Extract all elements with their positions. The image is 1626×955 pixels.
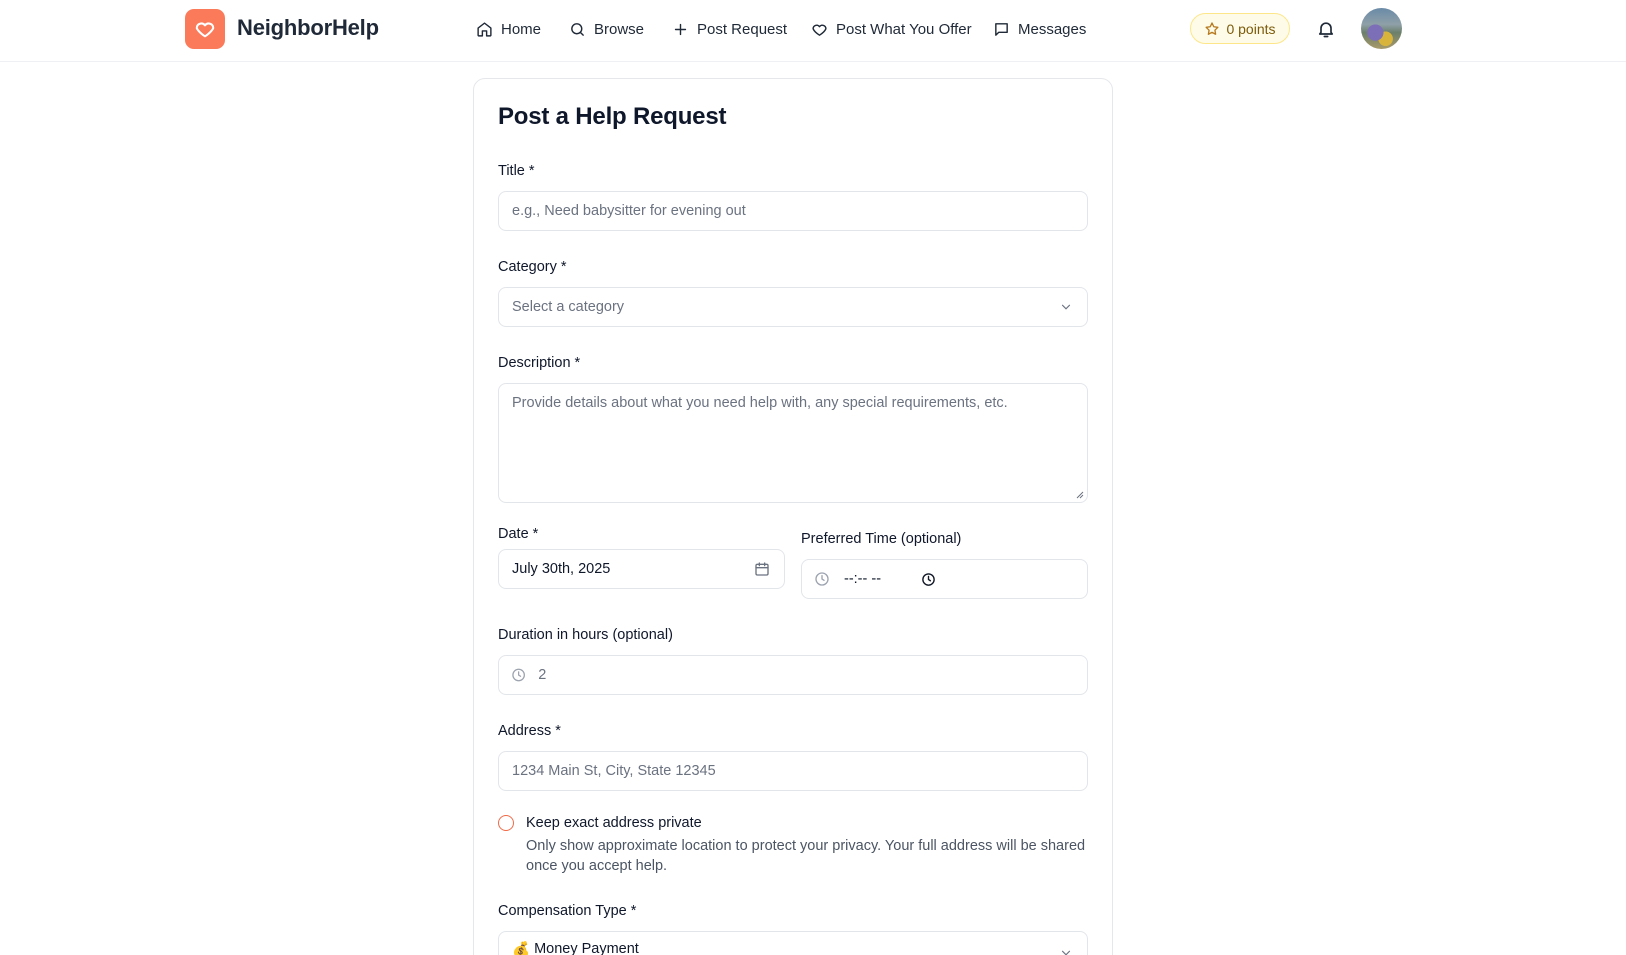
brand-logo[interactable] xyxy=(185,9,225,49)
private-address-help: Only show approximate location to protec… xyxy=(526,838,1086,874)
nav-home-label: Home xyxy=(501,20,542,38)
description-input[interactable] xyxy=(512,395,1074,491)
category-value: Select a category xyxy=(512,299,625,315)
nav-messages[interactable]: Messages xyxy=(993,18,1086,40)
plus-icon xyxy=(674,23,687,35)
compensation-label: Compensation Type * xyxy=(498,903,637,919)
search-icon xyxy=(571,22,584,36)
home-icon xyxy=(477,21,492,37)
duration-label: Duration in hours (optional) xyxy=(498,627,673,643)
resize-handle-icon[interactable] xyxy=(1074,489,1084,499)
title-field[interactable] xyxy=(498,191,1088,231)
nav-browse-label: Browse xyxy=(594,20,645,38)
compensation-select[interactable]: 💰 Money Payment xyxy=(498,931,1088,955)
nav-home[interactable]: Home xyxy=(476,18,541,40)
private-address-checkbox[interactable] xyxy=(498,815,514,831)
brand-name[interactable]: NeighborHelp xyxy=(237,15,379,41)
bell-icon[interactable] xyxy=(1316,19,1336,39)
heart-icon xyxy=(195,22,215,38)
title-label: Title * xyxy=(498,163,535,179)
user-avatar[interactable] xyxy=(1361,8,1402,49)
time-label: Preferred Time (optional) xyxy=(801,531,962,547)
date-picker[interactable]: July 30th, 2025 xyxy=(498,549,785,589)
time-picker-icon[interactable] xyxy=(921,572,936,587)
date-value: July 30th, 2025 xyxy=(512,561,611,577)
points-badge[interactable]: 0 points xyxy=(1190,13,1290,44)
address-input[interactable] xyxy=(512,763,1087,779)
chevron-down-icon xyxy=(1061,950,1071,955)
duration-input[interactable] xyxy=(538,667,1087,683)
nav-post-offer-label: Post What You Offer xyxy=(836,20,972,38)
heart-outline-icon xyxy=(812,24,827,36)
private-address-label: Keep exact address private xyxy=(526,815,702,831)
duration-field[interactable] xyxy=(498,655,1088,695)
chevron-down-icon xyxy=(1061,304,1071,310)
nav-browse[interactable]: Browse xyxy=(569,18,644,40)
category-select[interactable]: Select a category xyxy=(498,287,1088,327)
calendar-icon xyxy=(755,562,769,576)
title-input[interactable] xyxy=(512,203,1087,219)
top-navbar: NeighborHelp Home Browse Post Request Po… xyxy=(0,0,1626,62)
category-label: Category * xyxy=(498,259,567,275)
time-value: --:-- -- xyxy=(844,571,882,587)
nav-post-request[interactable]: Post Request xyxy=(672,18,787,40)
address-label: Address * xyxy=(498,723,561,739)
date-label: Date * xyxy=(498,526,539,542)
time-field[interactable]: --:-- -- xyxy=(801,559,1088,599)
description-label: Description * xyxy=(498,355,581,371)
clock-icon xyxy=(815,572,829,586)
money-bag-icon: 💰 xyxy=(512,942,531,955)
description-field[interactable] xyxy=(498,383,1088,503)
points-label: 0 points xyxy=(1226,20,1276,37)
address-field[interactable] xyxy=(498,751,1088,791)
nav-post-request-label: Post Request xyxy=(697,20,788,38)
clock-icon xyxy=(512,668,525,682)
compensation-value: Money Payment xyxy=(534,941,639,955)
message-icon xyxy=(995,22,1008,36)
star-icon xyxy=(1205,21,1220,35)
nav-messages-label: Messages xyxy=(1018,20,1087,38)
page-title: Post a Help Request xyxy=(498,103,727,130)
nav-post-offer[interactable]: Post What You Offer xyxy=(811,18,972,40)
